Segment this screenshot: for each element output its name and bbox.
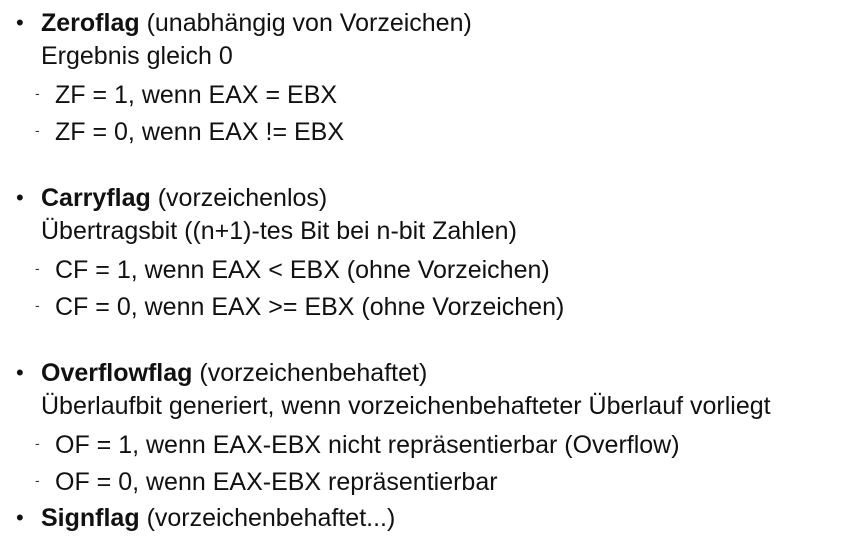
flag-name: Carryflag: [41, 184, 151, 212]
flag-description: Überlaufbit generiert, wenn vorzeichenbe…: [41, 392, 771, 420]
flag-case-text: ZF = 1, wenn EAX = EBX: [55, 81, 338, 109]
flag-case: - OF = 1, wenn EAX-EBX nicht repräsentier…: [35, 428, 680, 460]
dash-icon: -: [35, 435, 40, 451]
dash-icon: -: [35, 260, 40, 276]
flag-qualifier: (vorzeichenbehaftet): [199, 359, 428, 387]
flag-case-text: OF = 1, wenn EAX-EBX nicht repräsentierb…: [55, 431, 680, 459]
dash-icon: -: [35, 297, 40, 313]
bullet-icon: •: [16, 505, 24, 530]
flag-case: - ZF = 1, wenn EAX = EBX: [35, 78, 337, 110]
flag-case: - CF = 0, wenn EAX >= EBX (ohne Vorzeiche…: [35, 290, 564, 322]
flag-qualifier: (vorzeichenlos): [157, 184, 328, 212]
flag-case-text: CF = 0, wenn EAX >= EBX (ohne Vorzeichen…: [55, 293, 565, 321]
flag-description: Übertragsbit ((n+1)-tes Bit bei n-bit Za…: [41, 217, 517, 245]
bullet-icon: •: [16, 185, 24, 210]
flag-qualifier: (unabhängig von Vorzeichen): [146, 9, 472, 37]
dash-icon: -: [35, 472, 40, 488]
flag-case: - CF = 1, wenn EAX < EBX (ohne Vorzeichen…: [35, 253, 550, 285]
flag-heading: Zeroflag (unabhängig von Vorzeichen): [41, 8, 472, 38]
dash-icon: -: [35, 85, 40, 101]
flag-case: - OF = 0, wenn EAX-EBX repräsentierbar: [35, 465, 498, 497]
flag-case: - ZF = 0, wenn EAX != EBX: [35, 115, 344, 147]
dash-icon: -: [35, 122, 40, 138]
flag-case-text: ZF = 0, wenn EAX != EBX: [55, 118, 345, 146]
flag-name: Signflag: [41, 504, 140, 532]
flag-name: Zeroflag: [41, 9, 140, 37]
flag-description: Ergebnis gleich 0: [41, 42, 233, 70]
flag-name: Overflowflag: [41, 359, 193, 387]
slide-content: • Zeroflag (unabhängig von Vorzeichen) E…: [0, 0, 861, 545]
flag-case-text: CF = 1, wenn EAX < EBX (ohne Vorzeichen): [55, 256, 550, 284]
flag-heading: Carryflag (vorzeichenlos): [41, 183, 327, 213]
flag-qualifier: (vorzeichenbehaftet...): [146, 504, 396, 532]
bullet-icon: •: [16, 10, 24, 35]
flag-heading: Overflowflag (vorzeichenbehaftet): [41, 358, 427, 388]
bullet-icon: •: [16, 360, 24, 385]
flag-heading: Signflag (vorzeichenbehaftet...): [41, 503, 395, 533]
flag-case-text: OF = 0, wenn EAX-EBX repräsentierbar: [55, 468, 498, 496]
